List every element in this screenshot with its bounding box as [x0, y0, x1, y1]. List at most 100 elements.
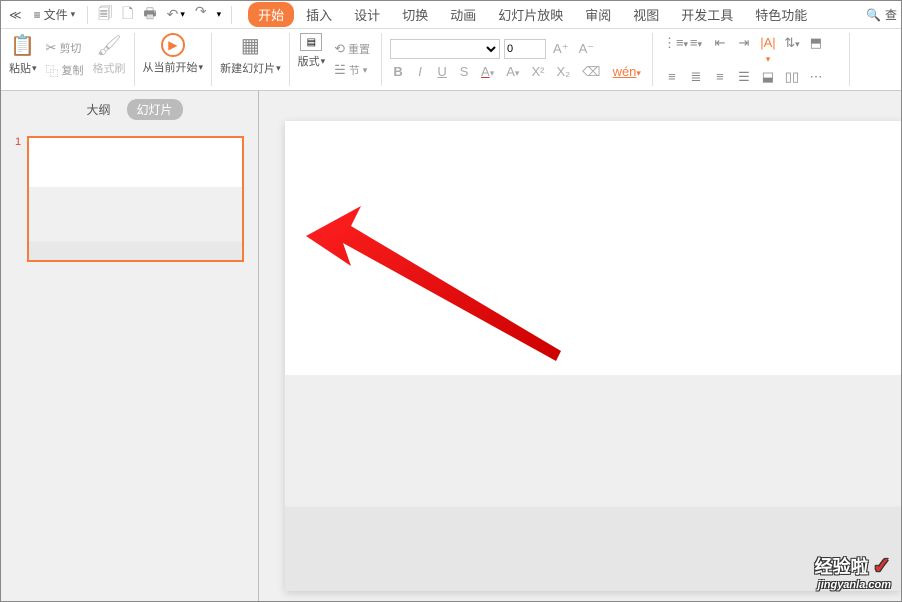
chevron-down-icon: ▾	[217, 9, 222, 20]
more-para-button[interactable]: ⋯	[807, 69, 825, 85]
text-direction-button[interactable]: ⇅▾	[783, 35, 801, 65]
font-size-input[interactable]	[504, 39, 546, 59]
slides-tab[interactable]: 幻灯片	[127, 99, 183, 120]
chevron-down-icon: ▾	[32, 63, 37, 74]
italic-button[interactable]: I	[412, 63, 428, 80]
cut-button[interactable]: ✂剪切	[43, 39, 87, 57]
search-label: 查	[885, 6, 897, 23]
chevron-down-icon: ▾	[71, 9, 76, 20]
reset-label: 重置	[348, 41, 370, 57]
reset-icon: ⟲	[334, 41, 345, 57]
tab-slideshow[interactable]: 幻灯片放映	[488, 2, 573, 27]
tab-insert[interactable]: 插入	[296, 2, 342, 27]
new-slide-button[interactable]: ▦ 新建幻灯片▾	[220, 33, 281, 76]
slide-panel: 大纲 幻灯片 1	[1, 91, 259, 601]
separator	[87, 6, 88, 24]
decrease-indent-button[interactable]: ⇤	[711, 35, 729, 65]
pinyin-button[interactable]: wén▾	[610, 63, 644, 80]
align-center-button[interactable]: ≣	[687, 69, 705, 85]
new-slide-label: 新建幻灯片	[220, 60, 275, 76]
superscript-button[interactable]: X²	[528, 63, 547, 80]
align-top-button[interactable]: ⬒	[807, 35, 825, 65]
format-painter-button[interactable]: 🖌 格式刷	[93, 33, 126, 86]
bold-button[interactable]: B	[390, 63, 406, 80]
distribute-button[interactable]: ⬓	[759, 69, 777, 85]
hamburger-icon: ≡	[34, 8, 41, 22]
file-menu[interactable]: ≡ 文件 ▾	[26, 4, 84, 25]
file-menu-label: 文件	[44, 6, 68, 23]
copy-button[interactable]: ⿻复制	[43, 60, 87, 81]
align-right-button[interactable]: ≡	[711, 69, 729, 85]
tab-special[interactable]: 特色功能	[745, 2, 817, 27]
tab-start[interactable]: 开始	[248, 2, 294, 27]
tab-view[interactable]: 视图	[623, 2, 669, 27]
highlight-button[interactable]: A▾	[503, 63, 522, 80]
watermark-text: 经验啦	[815, 553, 869, 579]
font-color-button[interactable]: A▾	[478, 63, 497, 80]
collapse-panel-icon[interactable]: ≪	[5, 8, 26, 22]
section-icon: ☱	[334, 62, 346, 78]
tab-review[interactable]: 审阅	[575, 2, 621, 27]
chevron-down-icon[interactable]: ▾	[180, 9, 185, 20]
format-painter-icon: 🖌	[96, 33, 121, 58]
clear-format-button[interactable]: ⌫	[579, 63, 603, 81]
align-justify-button[interactable]: ☰	[735, 69, 753, 85]
section-label: 节	[349, 62, 360, 78]
format-painter-label: 格式刷	[93, 60, 126, 76]
font-family-select[interactable]	[390, 39, 500, 59]
underline-button[interactable]: U	[434, 63, 450, 80]
chevron-down-icon: ▾	[276, 63, 281, 74]
checkmark-icon: ✓	[873, 553, 891, 579]
paste-button[interactable]: 📋 粘贴▾	[9, 33, 37, 86]
tab-design[interactable]: 设计	[344, 2, 390, 27]
search-button[interactable]: 🔍 查	[866, 6, 897, 23]
copy-icon: ⿻	[46, 61, 59, 80]
bullets-button[interactable]: ⋮≡▾	[663, 35, 681, 65]
cut-label: 剪切	[59, 40, 81, 56]
chevron-down-icon: ▾	[321, 56, 326, 67]
layout-label: 版式	[298, 53, 320, 69]
search-icon: 🔍	[866, 8, 881, 22]
print-preview-icon[interactable]: 🗋	[122, 3, 133, 27]
save-icon[interactable]: 🗐	[98, 3, 112, 27]
reset-button[interactable]: ⟲重置	[331, 40, 373, 58]
cut-icon: ✂	[46, 40, 57, 56]
paste-icon: 📋	[10, 33, 35, 58]
increase-font-icon[interactable]: A⁺	[550, 40, 572, 58]
watermark: 经验啦 ✓ jingyanla.com	[815, 553, 891, 591]
columns-button[interactable]: ▯▯	[783, 69, 801, 85]
chevron-down-icon: ▾	[199, 62, 204, 73]
slide-number: 1	[15, 136, 21, 262]
undo-button[interactable]: ↶ ▾	[167, 3, 185, 27]
align-left-button[interactable]: ≡	[663, 69, 681, 85]
numbering-button[interactable]: ≡▾	[687, 35, 705, 65]
redo-icon[interactable]: ↷	[195, 3, 207, 27]
chevron-down-icon: ▾	[363, 65, 368, 76]
tab-devtools[interactable]: 开发工具	[671, 2, 743, 27]
tab-animation[interactable]: 动画	[440, 2, 486, 27]
section-button[interactable]: ☱节▾	[331, 61, 373, 79]
copy-label: 复制	[62, 62, 84, 78]
layout-icon: ▤	[300, 33, 322, 51]
strikethrough-button[interactable]: S	[456, 63, 472, 80]
subscript-button[interactable]: X₂	[553, 63, 573, 80]
separator	[231, 6, 232, 24]
recent-button[interactable]: ▾	[217, 3, 222, 27]
line-spacing-button[interactable]: |A|▾	[759, 35, 777, 65]
increase-indent-button[interactable]: ⇥	[735, 35, 753, 65]
from-current-label: 从当前开始	[143, 59, 198, 75]
outline-tab[interactable]: 大纲	[76, 99, 120, 120]
watermark-url: jingyanla.com	[815, 579, 891, 591]
print-icon[interactable]: 🖶	[143, 3, 156, 27]
new-slide-icon: ▦	[241, 33, 260, 58]
play-icon: ▶	[161, 33, 185, 57]
from-current-button[interactable]: ▶ 从当前开始▾	[143, 33, 204, 75]
layout-button[interactable]: ▤ 版式▾	[298, 33, 326, 86]
decrease-font-icon[interactable]: A⁻	[576, 40, 598, 58]
slide-thumbnail-1[interactable]	[27, 136, 244, 262]
slide-canvas[interactable]	[285, 121, 901, 591]
undo-icon: ↶	[167, 6, 179, 23]
slide-canvas-area[interactable]	[259, 91, 901, 601]
tab-transition[interactable]: 切换	[392, 2, 438, 27]
paste-label: 粘贴	[9, 60, 31, 76]
